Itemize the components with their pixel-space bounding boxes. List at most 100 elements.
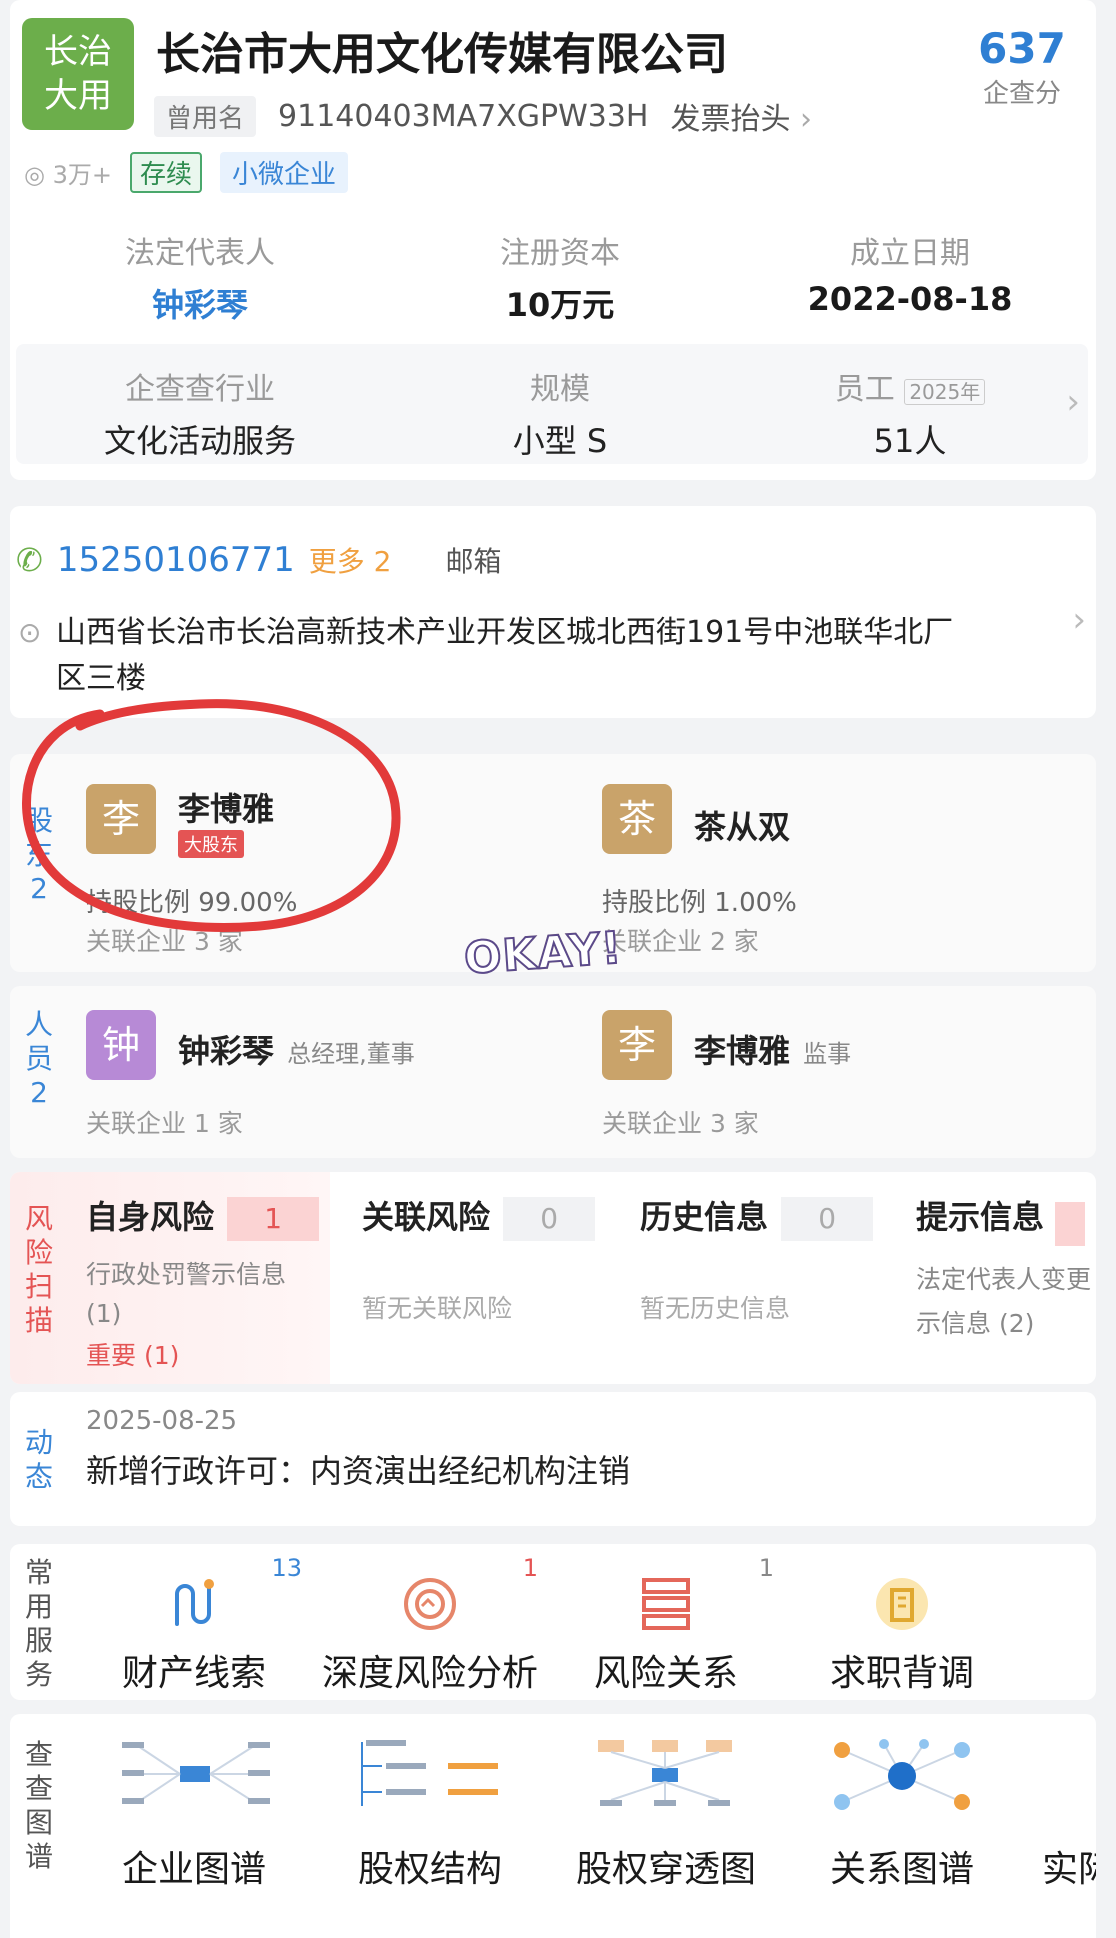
industry-value: 文化活动服务 bbox=[103, 422, 296, 460]
history-info-count: 0 bbox=[781, 1197, 874, 1241]
related-companies[interactable]: 关联企业 1 家 bbox=[86, 1104, 243, 1140]
industry-block: 企查查行业 文化活动服务 bbox=[70, 364, 330, 462]
staff-label: 员工 bbox=[834, 372, 895, 407]
former-name-tag[interactable]: 曾用名 bbox=[154, 95, 257, 137]
side-char: 用 bbox=[24, 1590, 53, 1623]
founded-label: 成立日期 bbox=[850, 236, 970, 271]
graph-label: 股权穿透图 bbox=[575, 1849, 756, 1890]
side-char: 图 bbox=[24, 1806, 53, 1839]
company-meta-row: 曾用名 91140403MA7XGPW33H 发票抬头 › bbox=[154, 94, 812, 138]
score-box[interactable]: 637 企查分 bbox=[966, 24, 1078, 110]
graphs-side-label: 查 查 图 谱 bbox=[22, 1738, 56, 1874]
sticker-text: OKAY! bbox=[461, 922, 624, 986]
phone-number[interactable]: 15250106771 bbox=[57, 540, 295, 580]
service-deep-risk[interactable]: 1 深度风险分析 bbox=[312, 1552, 548, 1694]
founded-value: 2022-08-18 bbox=[807, 280, 1013, 318]
dynamics-text: 新增行政许可：内资演出经纪机构注销 bbox=[86, 1452, 631, 1490]
size-badge[interactable]: 小微企业 bbox=[220, 152, 349, 193]
route-icon bbox=[162, 1574, 222, 1634]
graph-label: 股权结构 bbox=[357, 1849, 502, 1890]
person-role: 总经理,董事 bbox=[287, 1040, 415, 1068]
founded-block: 成立日期 2022-08-18 bbox=[770, 228, 1050, 318]
service-risk-relations[interactable]: 1 风险关系 bbox=[548, 1552, 784, 1694]
self-risk-line1: 行政处罚警示信息 bbox=[86, 1260, 287, 1289]
side-char: 常 bbox=[24, 1556, 53, 1589]
graph-label: 企业图谱 bbox=[121, 1849, 266, 1890]
company-name: 长治市大用文化传媒有限公司 bbox=[156, 29, 728, 80]
service-count: 1 bbox=[522, 1554, 538, 1582]
address-row[interactable]: ⊙ 山西省长治市长治高新技术产业开发区城北西街191号中池联华北厂 区三楼 bbox=[18, 610, 1038, 702]
related-companies[interactable]: 关联企业 2 家 bbox=[602, 922, 759, 958]
related-risk-desc: 暂无关联风险 bbox=[362, 1294, 513, 1323]
legal-rep-link[interactable]: 钟彩琴 bbox=[70, 280, 330, 326]
hint-info-line2: 示信息 (2) bbox=[916, 1308, 1035, 1338]
more-phones-link[interactable]: 更多 2 bbox=[309, 540, 392, 580]
shareholder-item[interactable]: 茶 茶从双 持股比例 1.00% 关联企业 2 家 bbox=[602, 784, 1022, 956]
person-name[interactable]: 李博雅 bbox=[694, 1032, 790, 1070]
side-char: 扫 bbox=[24, 1270, 53, 1303]
side-char: 查 bbox=[24, 1738, 53, 1771]
score-value: 637 bbox=[978, 24, 1066, 73]
graph-equity-penetration[interactable]: 股权穿透图 bbox=[548, 1736, 784, 1916]
services-side-label: 常 用 服 务 bbox=[22, 1556, 56, 1692]
graphs-card: 查 查 图 谱 企业图谱 股权结构 股权穿透图 关系图谱 实际 bbox=[10, 1714, 1096, 1938]
side-char: 描 bbox=[24, 1304, 53, 1337]
status-badge[interactable]: 存续 bbox=[129, 152, 202, 193]
staff-year: 2025年 bbox=[904, 379, 986, 405]
chevron-right-icon: › bbox=[1066, 382, 1080, 422]
person-role: 监事 bbox=[803, 1040, 852, 1068]
risk-side-label: 风 险 扫 描 bbox=[22, 1202, 56, 1338]
company-header-card: 长治 大用 长治市大用文化传媒有限公司 曾用名 91140403MA7XGPW3… bbox=[10, 0, 1096, 480]
legal-rep-label: 法定代表人 bbox=[125, 236, 275, 271]
invoice-link[interactable]: 发票抬头 › bbox=[671, 94, 813, 138]
equity-penetration-thumbnail bbox=[588, 1736, 744, 1816]
views-count: 3万+ bbox=[52, 161, 112, 189]
shareholding-ratio: 持股比例 1.00% bbox=[602, 888, 797, 918]
related-companies[interactable]: 关联企业 3 家 bbox=[602, 1104, 759, 1140]
staff-value: 51人 bbox=[873, 422, 947, 460]
side-char: 险 bbox=[24, 1236, 53, 1269]
service-count: 13 bbox=[271, 1554, 302, 1582]
score-label: 企查分 bbox=[982, 79, 1061, 109]
history-info-block[interactable]: 历史信息 0 暂无历史信息 bbox=[640, 1192, 890, 1325]
side-char: 查 bbox=[24, 1772, 53, 1805]
person-name[interactable]: 钟彩琴 bbox=[178, 1032, 274, 1070]
service-label: 深度风险分析 bbox=[321, 1653, 538, 1694]
shareholder-name[interactable]: 茶从双 bbox=[694, 802, 790, 848]
industry-label: 企查查行业 bbox=[125, 372, 275, 407]
service-label: 财产线索 bbox=[121, 1653, 266, 1694]
service-job-check[interactable]: 求职背调 bbox=[784, 1552, 1020, 1694]
dynamics-side-label: 动 态 bbox=[22, 1426, 56, 1494]
phone-icon: ✆ bbox=[16, 541, 43, 579]
person-item[interactable]: 钟 钟彩琴 总经理,董事 关联企业 1 家 bbox=[86, 1010, 566, 1140]
red-circle-annotation bbox=[22, 699, 401, 932]
graph-label: 实际 bbox=[1042, 1849, 1096, 1890]
service-count: 1 bbox=[758, 1554, 774, 1582]
graph-label: 关系图谱 bbox=[829, 1849, 974, 1890]
self-risk-block[interactable]: 自身风险 1 行政处罚警示信息 (1) 重要 (1) bbox=[86, 1192, 336, 1372]
avatar: 茶 bbox=[602, 784, 672, 854]
graph-relationship[interactable]: 关系图谱 bbox=[784, 1736, 1020, 1916]
graph-actual-controller[interactable]: 实际 bbox=[1020, 1736, 1096, 1916]
capital-block: 注册资本 10万元 bbox=[430, 228, 690, 326]
dynamics-card[interactable]: 动 态 2025-08-25 新增行政许可：内资演出经纪机构注销 bbox=[10, 1392, 1096, 1526]
service-property-clues[interactable]: 13 财产线索 bbox=[76, 1552, 312, 1694]
staff-label-row: 员工 2025年 bbox=[770, 364, 1050, 408]
email-link[interactable]: 邮箱 bbox=[445, 540, 501, 580]
chevron-right-icon: › bbox=[1072, 600, 1086, 640]
personnel-card: 人 员 2 钟 钟彩琴 总经理,董事 关联企业 1 家 李 李博雅 监事 关联企… bbox=[10, 986, 1096, 1158]
company-logo: 长治 大用 bbox=[22, 18, 134, 130]
credit-code[interactable]: 91140403MA7XGPW33H bbox=[278, 99, 648, 134]
industry-row[interactable]: 企查查行业 文化活动服务 规模 小型 S 员工 2025年 51人 › bbox=[16, 344, 1088, 464]
related-risk-block[interactable]: 关联风险 0 暂无关联风险 bbox=[362, 1192, 612, 1325]
person-name-row: 钟彩琴 总经理,董事 bbox=[178, 1026, 415, 1072]
phone-row: ✆ 15250106771 更多 2 邮箱 bbox=[16, 540, 502, 580]
staff-block: 员工 2025年 51人 bbox=[770, 364, 1050, 462]
scale-label: 规模 bbox=[530, 372, 590, 407]
side-char: 风 bbox=[24, 1202, 53, 1235]
graph-equity-structure[interactable]: 股权结构 bbox=[312, 1736, 548, 1916]
capital-label: 注册资本 bbox=[500, 236, 620, 271]
hint-info-block[interactable]: 提示信息 法定代表人变更 示信息 (2) bbox=[916, 1192, 1096, 1340]
graph-enterprise[interactable]: 企业图谱 bbox=[76, 1736, 312, 1916]
person-item[interactable]: 李 李博雅 监事 关联企业 3 家 bbox=[602, 1010, 1082, 1140]
